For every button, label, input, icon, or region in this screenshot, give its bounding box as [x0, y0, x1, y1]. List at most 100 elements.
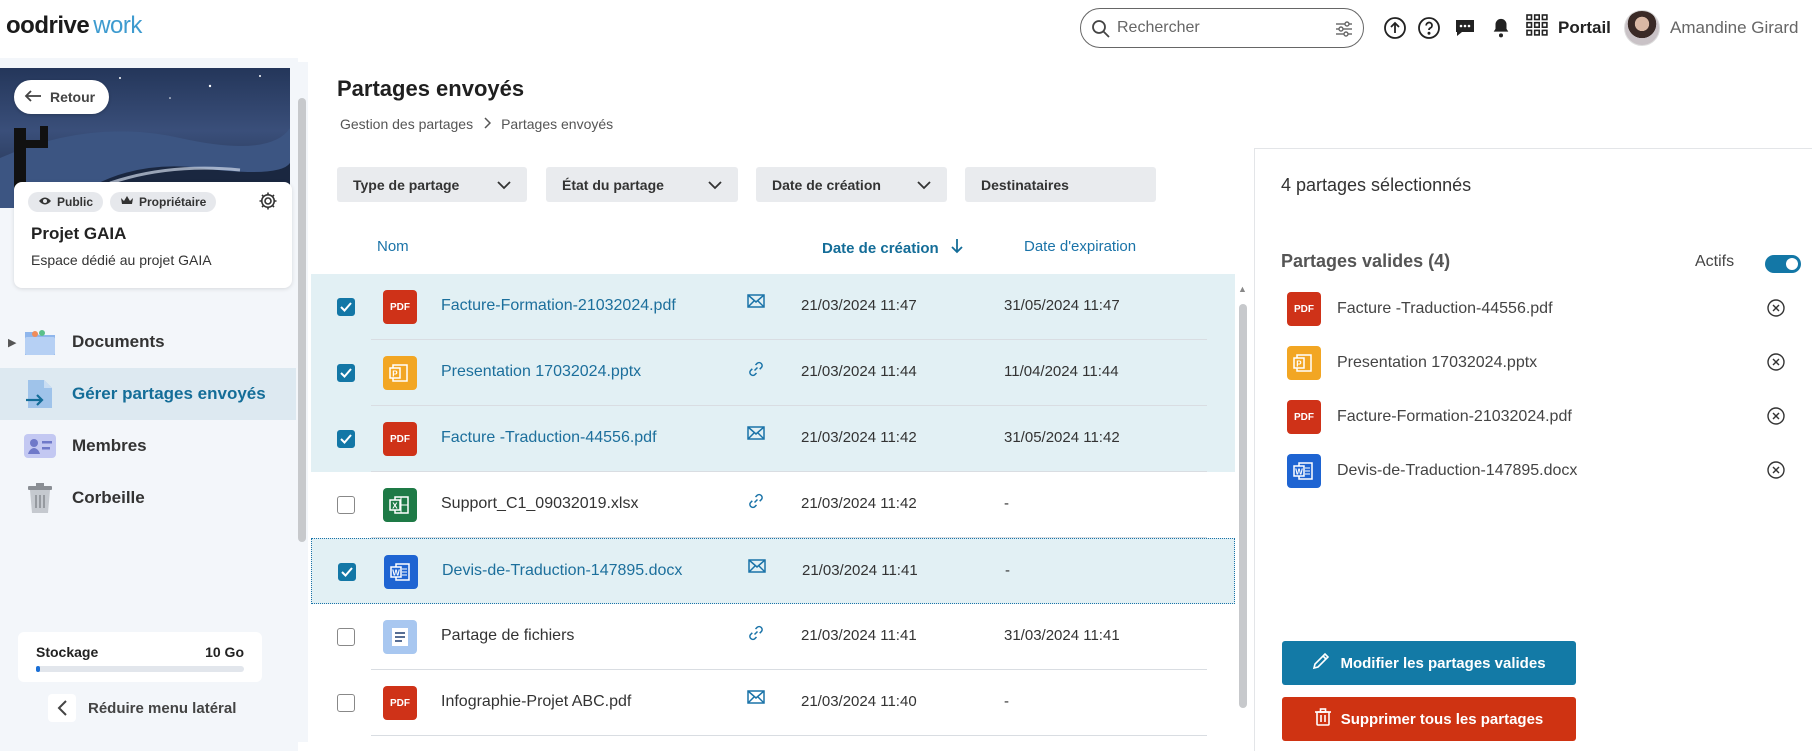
remove-circle-x-icon[interactable] [1767, 461, 1785, 484]
valid-share-name: Facture -Traduction-44556.pdf [1337, 300, 1553, 317]
chevron-down-icon [708, 177, 722, 193]
row-checkbox[interactable] [337, 694, 355, 712]
row-checkbox[interactable] [337, 364, 355, 382]
link-share-icon [747, 360, 765, 383]
row-checkbox[interactable] [337, 628, 355, 646]
table-row[interactable]: X Support_C1_09032019.xlsx 21/03/2024 11:4… [311, 472, 1235, 538]
bell-icon[interactable] [1488, 15, 1514, 41]
table-row[interactable]: Partage de fichiers 21/03/2024 11:41 31/03… [311, 604, 1235, 670]
mail-share-icon [747, 690, 765, 709]
expiration-date: - [1004, 495, 1009, 512]
file-name[interactable]: Presentation 17032024.pptx [441, 363, 641, 381]
owner-chip: Propriétaire [110, 192, 217, 212]
file-name[interactable]: Facture-Formation-21032024.pdf [441, 297, 676, 315]
portal-button[interactable]: Portail [1526, 14, 1611, 41]
filter-share-type[interactable]: Type de partage [337, 167, 527, 202]
filter-creation-date[interactable]: Date de création [756, 167, 947, 202]
portal-label: Portail [1558, 17, 1611, 37]
chat-icon[interactable] [1452, 15, 1478, 41]
creation-date: 21/03/2024 11:42 [801, 429, 917, 446]
row-checkbox[interactable] [337, 496, 355, 514]
delete-all-shares-button[interactable]: Supprimer tous les partages [1282, 697, 1576, 741]
remove-circle-x-icon[interactable] [1767, 353, 1785, 376]
powerpoint-file-icon: P [383, 356, 417, 390]
app-logo[interactable]: oodrive work [6, 12, 142, 40]
sidebar-scrollbar[interactable] [296, 62, 308, 742]
scroll-up-arrow-icon[interactable]: ▲ [1238, 284, 1247, 294]
eye-icon [38, 195, 52, 209]
svg-text:W: W [1295, 468, 1303, 477]
members-icon [22, 428, 58, 464]
column-header-name[interactable]: Nom [377, 238, 409, 255]
valid-share-name: Presentation 17032024.pptx [1337, 354, 1538, 371]
mail-share-icon [747, 294, 765, 313]
filter-sliders-icon[interactable] [1335, 20, 1353, 43]
link-share-icon [747, 624, 765, 647]
arrow-left-icon [24, 89, 42, 106]
svg-text:P: P [1296, 360, 1302, 369]
collapse-sidebar-button[interactable]: Réduire menu latéral [48, 694, 236, 722]
table-row[interactable]: PDF Facture-Formation-21032024.pdf 21/03/2… [311, 274, 1235, 340]
sidebar-item-trash[interactable]: Corbeille [0, 472, 298, 524]
expiration-date: 11/04/2024 11:44 [1004, 363, 1119, 380]
back-button[interactable]: Retour [14, 80, 110, 114]
file-name[interactable]: Devis-de-Traduction-147895.docx [442, 562, 682, 580]
table-row[interactable]: PDF Facture -Traduction-44556.pdf 21/03/20… [311, 406, 1235, 472]
back-label: Retour [50, 89, 96, 105]
table-row[interactable]: P Presentation 17032024.pptx 21/03/2024 11… [311, 340, 1235, 406]
table-row[interactable]: PDF Infographie-Projet ABC.pdf 21/03/2024 … [311, 670, 1235, 736]
creation-date: 21/03/2024 11:40 [801, 693, 917, 710]
selection-panel: 4 partages sélectionnés Partages valides… [1254, 148, 1812, 751]
share-sent-icon [22, 376, 58, 412]
user-menu[interactable]: Amandine Girard [1624, 10, 1799, 46]
column-header-expiration[interactable]: Date d'expiration [1024, 238, 1136, 255]
help-icon[interactable] [1416, 15, 1442, 41]
trash-icon [1314, 708, 1331, 730]
table-row[interactable]: W Devis-de-Traduction-147895.docx 21/03/20… [311, 538, 1235, 604]
filter-share-state[interactable]: État du partage [546, 167, 738, 202]
mail-share-icon [748, 559, 766, 578]
storage-value: 10 Go [205, 644, 244, 660]
file-name[interactable]: Infographie-Projet ABC.pdf [441, 693, 631, 711]
row-checkbox[interactable] [337, 298, 355, 316]
sidebar-item-label: Corbeille [72, 488, 145, 507]
table-scrollbar[interactable]: ▲ [1236, 280, 1250, 751]
row-checkbox[interactable] [338, 563, 356, 581]
file-name[interactable]: Support_C1_09032019.xlsx [441, 495, 638, 513]
modify-valid-shares-button[interactable]: Modifier les partages valides [1282, 641, 1576, 685]
file-name[interactable]: Partage de fichiers [441, 627, 574, 645]
remove-circle-x-icon[interactable] [1767, 299, 1785, 322]
apps-grid-icon [1526, 14, 1548, 41]
expand-arrow-icon[interactable]: ▶ [8, 336, 16, 349]
valid-shares-title: Partages valides (4) [1281, 251, 1451, 271]
pdf-file-icon: PDF [383, 290, 417, 324]
valid-share-item: PDF Facture -Traduction-44556.pdf [1287, 291, 1787, 327]
mail-share-icon [747, 426, 765, 445]
sidebar-item-shares-sent[interactable]: Gérer partages envoyés [0, 368, 298, 420]
remove-circle-x-icon[interactable] [1767, 407, 1785, 430]
expiration-date: 31/05/2024 11:42 [1004, 429, 1120, 446]
search-box[interactable] [1080, 8, 1364, 48]
scrollbar-thumb[interactable] [298, 98, 306, 542]
expiration-date: 31/05/2024 11:47 [1004, 297, 1120, 314]
creation-date: 21/03/2024 11:41 [802, 562, 918, 579]
chevron-left-icon [48, 694, 76, 722]
file-name[interactable]: Facture -Traduction-44556.pdf [441, 429, 657, 447]
gear-icon[interactable] [258, 191, 278, 216]
storage-widget: Stockage 10 Go [18, 632, 262, 682]
user-name: Amandine Girard [1670, 18, 1799, 37]
active-toggle[interactable] [1765, 255, 1801, 273]
sidebar-item-members[interactable]: Membres [0, 420, 298, 472]
scrollbar-thumb[interactable] [1239, 304, 1247, 708]
breadcrumb-item[interactable]: Gestion des partages [340, 116, 473, 132]
valid-share-item: W Devis-de-Traduction-147895.docx [1287, 453, 1787, 489]
breadcrumb-item: Partages envoyés [501, 116, 614, 132]
upload-icon[interactable] [1382, 15, 1408, 41]
project-title: Projet GAIA [31, 224, 127, 243]
row-checkbox[interactable] [337, 430, 355, 448]
search-input[interactable] [1117, 18, 1317, 38]
pencil-icon [1312, 652, 1330, 674]
column-header-created[interactable]: Date de création [822, 238, 963, 258]
sidebar-item-documents[interactable]: ▶ Documents [0, 316, 298, 368]
filter-recipients[interactable]: Destinataires [965, 167, 1156, 202]
